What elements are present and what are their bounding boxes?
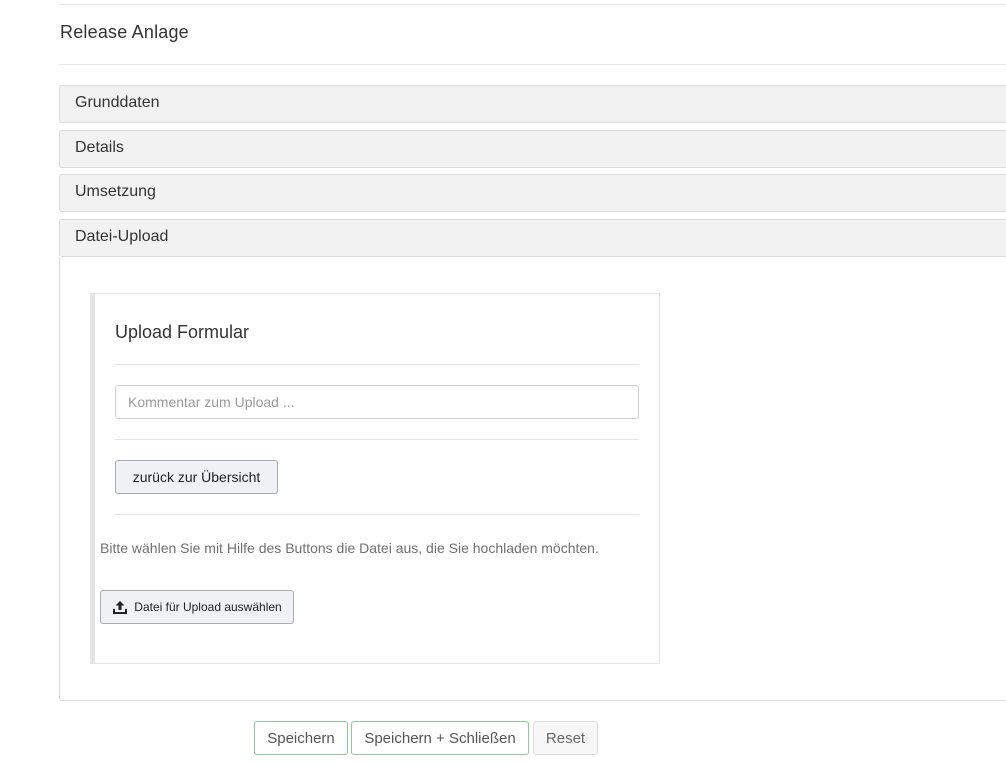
save-and-close-button[interactable]: Speichern + Schließen xyxy=(351,721,529,755)
upload-icon xyxy=(113,600,128,614)
accordion-header-label: Umsetzung xyxy=(75,183,156,200)
comment-input[interactable] xyxy=(115,385,639,419)
upload-form-title: Upload Formular xyxy=(115,322,250,342)
back-to-overview-button[interactable]: zurück zur Übersicht xyxy=(115,460,278,494)
accordion-header-label: Grunddaten xyxy=(75,94,160,111)
upload-hint-text: Bitte wählen Sie mit Hilfe des Buttons d… xyxy=(100,540,599,556)
divider xyxy=(115,439,639,440)
accordion-header-grunddaten[interactable]: Grunddaten xyxy=(59,85,1006,123)
reset-button[interactable]: Reset xyxy=(533,721,598,755)
accordion-header-datei-upload[interactable]: Datei-Upload xyxy=(59,219,1006,257)
accordion-header-label: Datei-Upload xyxy=(75,228,169,245)
accordion-header-label: Details xyxy=(75,139,124,156)
divider xyxy=(115,514,639,515)
page-title: Release Anlage xyxy=(60,22,189,42)
choose-file-button[interactable]: Datei für Upload auswählen xyxy=(100,590,294,624)
save-button[interactable]: Speichern xyxy=(254,721,348,755)
choose-file-label: Datei für Upload auswählen xyxy=(134,600,282,614)
accordion-header-details[interactable]: Details xyxy=(59,130,1006,168)
accordion-header-umsetzung[interactable]: Umsetzung xyxy=(59,174,1006,212)
top-divider xyxy=(59,4,1006,5)
title-divider xyxy=(59,64,1006,65)
divider xyxy=(115,364,639,365)
